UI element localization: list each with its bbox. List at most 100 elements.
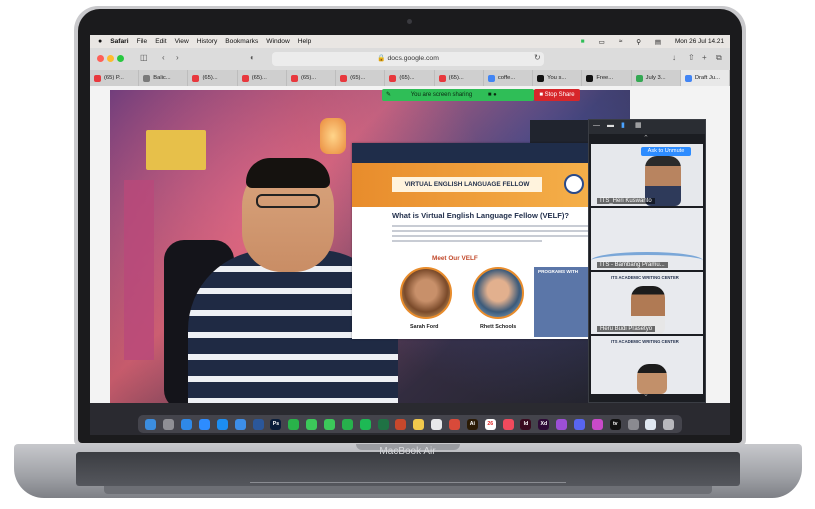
address-bar[interactable]: 🔒 docs.google.com	[272, 52, 544, 66]
app-icon-b[interactable]	[449, 418, 461, 430]
browser-tab[interactable]: (65) P...	[90, 70, 140, 86]
browser-tab[interactable]: (65)...	[435, 70, 484, 86]
speaker-view-icon[interactable]: ▮	[621, 121, 625, 129]
strip-view-icon[interactable]: ▬	[607, 122, 614, 129]
spotify-icon[interactable]	[359, 418, 371, 430]
zoom-window-icon[interactable]	[117, 55, 124, 62]
calendar-icon[interactable]: 26	[484, 418, 496, 430]
slide-header	[352, 143, 594, 163]
menu-file[interactable]: File	[137, 38, 148, 45]
browser-tab[interactable]: coffe...	[484, 70, 534, 86]
download-icon[interactable]: ↓	[672, 53, 676, 62]
preview-icon[interactable]	[645, 418, 657, 430]
shield-icon[interactable]: ◐	[250, 53, 255, 62]
minimize-window-icon[interactable]	[107, 55, 114, 62]
tab-label: (65) P...	[104, 75, 124, 81]
reload-icon[interactable]: ↻	[534, 53, 541, 62]
launchpad-icon[interactable]	[163, 418, 175, 430]
notes-icon[interactable]	[413, 418, 425, 430]
appstore-icon[interactable]	[216, 418, 228, 430]
ask-to-unmute-button[interactable]: Ask to Unmute	[641, 147, 691, 156]
wifi-icon[interactable]: ≈	[619, 38, 623, 45]
browser-tab[interactable]: (65)...	[287, 70, 337, 86]
back-icon[interactable]: ‹	[162, 53, 165, 62]
participant-tile[interactable]: ITS ACADEMIC WRITING CENTER Heru Budi Pr…	[591, 272, 703, 334]
participant-tile[interactable]: ITS - Bambang Pramu...	[591, 208, 703, 270]
discord-icon[interactable]	[574, 418, 586, 430]
menu-history[interactable]: History	[197, 38, 218, 45]
facetime-icon[interactable]	[306, 418, 318, 430]
close-window-icon[interactable]	[97, 55, 104, 62]
menu-view[interactable]: View	[175, 38, 189, 45]
podcasts-icon[interactable]	[556, 418, 568, 430]
browser-tab[interactable]: July 3...	[632, 70, 681, 86]
tv-icon[interactable]: tv	[609, 418, 621, 430]
tab-overview-icon[interactable]: ⧉	[716, 53, 722, 63]
text-line	[392, 240, 542, 242]
scroll-up-icon[interactable]: ⌃	[643, 134, 649, 142]
apple-icon[interactable]: ●	[98, 38, 102, 45]
tab-label: (65)...	[202, 75, 218, 81]
minimize-icon[interactable]: —	[593, 122, 600, 129]
pin-icon[interactable]: ✎	[386, 92, 391, 98]
menu-help[interactable]: Help	[298, 38, 312, 45]
mic-icon[interactable]: ■	[488, 92, 492, 98]
participant-tile[interactable]: ITS ACADEMIC WRITING CENTER	[591, 336, 703, 394]
line-icon[interactable]	[341, 418, 353, 430]
powerpoint-icon[interactable]	[395, 418, 407, 430]
doc-title: ITS ACADEMIC WRITING CENTER	[611, 339, 679, 344]
illustrator-icon[interactable]: Ai	[466, 418, 478, 430]
browser-tab[interactable]: You s...	[533, 70, 583, 86]
new-tab-icon[interactable]: +	[702, 53, 707, 62]
excel-icon[interactable]	[377, 418, 389, 430]
menu-window[interactable]: Window	[266, 38, 289, 45]
app-icon-c[interactable]	[591, 418, 603, 430]
finder-icon[interactable]	[145, 418, 157, 430]
glasses	[256, 194, 320, 208]
embassy-seal-icon	[564, 174, 584, 194]
whatsapp-icon[interactable]	[288, 418, 300, 430]
forward-icon[interactable]: ›	[176, 53, 179, 62]
fellow-portrait	[400, 267, 452, 319]
messages-icon[interactable]	[324, 418, 336, 430]
url-text: docs.google.com	[387, 55, 439, 62]
music-icon[interactable]	[502, 418, 514, 430]
video-icon[interactable]: ●	[493, 92, 497, 98]
zoom-status-icon[interactable]: ■	[581, 38, 585, 45]
safari-icon[interactable]	[181, 418, 193, 430]
browser-tab[interactable]: (65)...	[188, 70, 238, 86]
search-icon[interactable]: ⚲	[636, 38, 641, 46]
tab-favicon-icon	[684, 74, 692, 82]
gallery-view-icon[interactable]: ▦	[635, 121, 642, 129]
menu-safari[interactable]: Safari	[110, 38, 128, 45]
browser-tab[interactable]: Balic...	[139, 70, 189, 86]
text-line	[392, 230, 588, 232]
screen-sharing-bar[interactable]: ✎ You are screen sharing ■ ●	[382, 89, 534, 101]
indesign-icon[interactable]: Id	[520, 418, 532, 430]
photoshop-icon[interactable]: Ps	[270, 418, 282, 430]
clock[interactable]: Mon 26 Jul 14.21	[675, 38, 724, 45]
menu-edit[interactable]: Edit	[155, 38, 166, 45]
browser-tab[interactable]: Draft Ju...	[680, 70, 730, 86]
trackpad-edge	[250, 482, 566, 483]
control-center-icon[interactable]: ▤	[655, 38, 661, 46]
browser-tab[interactable]: (65)...	[336, 70, 386, 86]
sidebar-icon[interactable]: ◫	[140, 53, 148, 62]
mail-icon[interactable]	[234, 418, 246, 430]
browser-tab[interactable]: (65)...	[385, 70, 435, 86]
browser-tab[interactable]: Free...	[582, 70, 632, 86]
stop-share-button[interactable]: ■ Stop Share	[534, 89, 580, 101]
xd-icon[interactable]: Xd	[538, 418, 550, 430]
zoom-icon[interactable]	[199, 418, 210, 430]
browser-tab[interactable]: (65)...	[238, 70, 287, 86]
share-icon[interactable]: ⇧	[688, 53, 695, 62]
word-icon[interactable]	[252, 418, 264, 430]
settings-icon[interactable]	[627, 418, 639, 430]
app-icon-a[interactable]	[431, 418, 443, 430]
menu-bookmarks[interactable]: Bookmarks	[225, 38, 258, 45]
keyboard-edge	[104, 486, 712, 494]
screen-icon[interactable]: ▭	[599, 38, 605, 46]
tab-label: Free...	[596, 75, 614, 81]
trash-icon[interactable]	[663, 418, 675, 430]
scroll-down-icon[interactable]: ⌄	[643, 390, 649, 398]
